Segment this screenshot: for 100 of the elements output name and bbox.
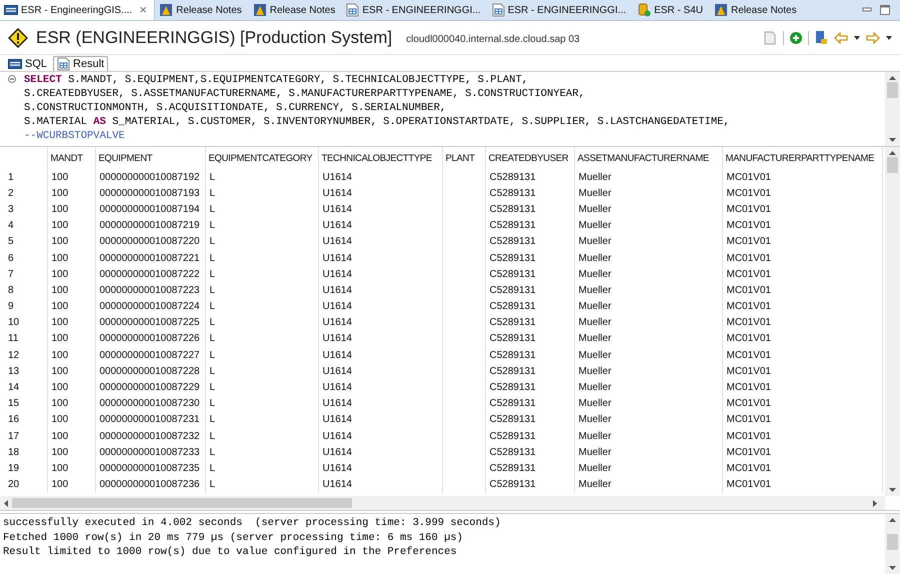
column-header[interactable]: EQUIPMENT xyxy=(95,147,205,169)
minimize-icon[interactable] xyxy=(862,7,872,13)
table-cell: Mueller xyxy=(574,396,722,412)
editor-tab[interactable]: Release Notes xyxy=(248,0,342,20)
vertical-scrollbar[interactable] xyxy=(885,514,900,574)
table-cell: MC01V01 xyxy=(722,476,882,493)
scroll-up-icon[interactable] xyxy=(889,518,896,522)
horizontal-scrollbar[interactable] xyxy=(0,496,885,510)
table-cell: 100 xyxy=(47,298,95,315)
vertical-scrollbar[interactable] xyxy=(885,72,900,146)
table-cell: Mueller xyxy=(574,201,722,218)
table-cell: L xyxy=(205,444,318,460)
document-icon xyxy=(714,3,728,17)
table-cell: 100 xyxy=(47,234,95,250)
scroll-thumb[interactable] xyxy=(887,82,898,98)
table-cell: MC01V01 xyxy=(722,185,882,202)
view-tab[interactable]: Result xyxy=(53,56,108,71)
editor-tab[interactable]: ESR - S4U xyxy=(633,0,710,20)
table-cell: 000000000010087233 xyxy=(95,444,205,460)
table-cell: U1614 xyxy=(318,282,442,298)
table-cell: L xyxy=(205,428,318,444)
editor-tab[interactable]: ESR - ENGINEERINGGI... xyxy=(488,0,634,20)
table-cell: C5289131 xyxy=(485,330,574,348)
table-cell: Mueller xyxy=(574,266,722,282)
table-cell: C5289131 xyxy=(485,234,574,250)
table-cell: C5289131 xyxy=(485,201,574,218)
table-cell: L xyxy=(205,218,318,234)
table-cell: U1614 xyxy=(318,185,442,202)
column-header[interactable]: CREATEDBYUSER xyxy=(485,147,574,169)
table-icon xyxy=(492,3,505,17)
column-header[interactable]: TECHNICALOBJECTTYPE xyxy=(318,147,442,169)
collapse-icon[interactable] xyxy=(8,75,16,83)
table-cell: U1614 xyxy=(318,412,442,428)
table-cell: 100 xyxy=(47,282,95,298)
table-cell: Mueller xyxy=(574,444,722,460)
table-cell: C5289131 xyxy=(485,379,574,396)
column-header[interactable]: EQUIPMENTCATEGORY xyxy=(205,147,318,169)
table-cell: Mueller xyxy=(574,428,722,444)
row-number: 19 xyxy=(0,460,47,477)
row-number: 4 xyxy=(0,218,47,234)
scroll-down-icon[interactable] xyxy=(889,566,896,570)
code-line: --WCURBSTOPVALVE xyxy=(24,129,126,143)
table-cell: U1614 xyxy=(318,347,442,364)
editor-tab[interactable]: ESR - EngineeringGIS.... ⨯ xyxy=(0,0,156,20)
scroll-up-icon[interactable] xyxy=(889,76,896,80)
table-cell: L xyxy=(205,250,318,266)
server-icon[interactable] xyxy=(815,30,828,45)
console-line: Result limited to 1000 row(s) due to value configured in the Preferences xyxy=(3,545,458,560)
table-cell: 000000000010087224 xyxy=(95,298,205,315)
table-cell: C5289131 xyxy=(485,363,574,380)
table-cell: 100 xyxy=(47,201,95,218)
table-cell: L xyxy=(205,185,318,202)
table-cell: L xyxy=(205,282,318,298)
view-tab[interactable]: SQL xyxy=(4,56,52,71)
table-cell: L xyxy=(205,379,318,396)
scroll-up-icon[interactable] xyxy=(889,151,896,155)
table-cell: MC01V01 xyxy=(722,298,882,315)
caret-icon[interactable] xyxy=(854,36,860,40)
table-cell: U1614 xyxy=(318,218,442,234)
sql-icon xyxy=(4,5,18,15)
caret-icon[interactable] xyxy=(886,36,892,40)
scroll-down-icon[interactable] xyxy=(889,488,896,492)
table-cell: 000000000010087235 xyxy=(95,460,205,477)
table-cell: C5289131 xyxy=(485,444,574,460)
column-header[interactable]: ASSETMANUFACTURERNAME xyxy=(574,147,722,169)
window-title: ESR (ENGINEERINGGIS) [Production System] xyxy=(36,28,392,48)
table-cell: Mueller xyxy=(574,347,722,364)
table-cell: MC01V01 xyxy=(722,330,882,348)
column-header[interactable]: PLANT xyxy=(442,147,485,169)
vertical-scrollbar[interactable] xyxy=(885,147,900,496)
table-cell: C5289131 xyxy=(485,218,574,234)
table-cell: C5289131 xyxy=(485,298,574,315)
editor-tab[interactable]: ESR - ENGINEERINGGI... xyxy=(342,0,488,20)
scroll-thumb[interactable] xyxy=(12,498,352,508)
table-cell: 000000000010087231 xyxy=(95,412,205,428)
table-cell: 100 xyxy=(47,428,95,444)
scroll-thumb[interactable] xyxy=(887,157,898,173)
table-cell: C5289131 xyxy=(485,266,574,282)
document-icon xyxy=(252,3,267,17)
table-cell: 100 xyxy=(47,444,95,460)
table-cell: Mueller xyxy=(574,476,722,493)
editor-tab[interactable]: Release Notes xyxy=(155,0,249,20)
column-header[interactable]: MANUFACTURERPARTTYPENAME xyxy=(722,147,882,169)
table-cell: Mueller xyxy=(574,282,722,298)
table-cell: L xyxy=(205,201,318,218)
table-cell: 100 xyxy=(47,218,95,234)
editor-tab[interactable]: Release Notes xyxy=(710,0,804,20)
maximize-icon[interactable] xyxy=(880,5,890,15)
scroll-thumb[interactable] xyxy=(887,534,898,550)
table-cell: MC01V01 xyxy=(722,169,882,186)
column-header[interactable]: MANDT xyxy=(47,147,95,169)
scroll-down-icon[interactable] xyxy=(889,138,896,142)
scroll-left-icon[interactable] xyxy=(4,500,8,506)
table-icon xyxy=(346,3,360,17)
row-number: 16 xyxy=(0,412,47,428)
add-icon[interactable] xyxy=(790,32,802,44)
table-cell: Mueller xyxy=(574,412,722,428)
table-cell: MC01V01 xyxy=(722,266,882,282)
row-number: 8 xyxy=(0,282,47,298)
table-cell: U1614 xyxy=(318,444,442,460)
